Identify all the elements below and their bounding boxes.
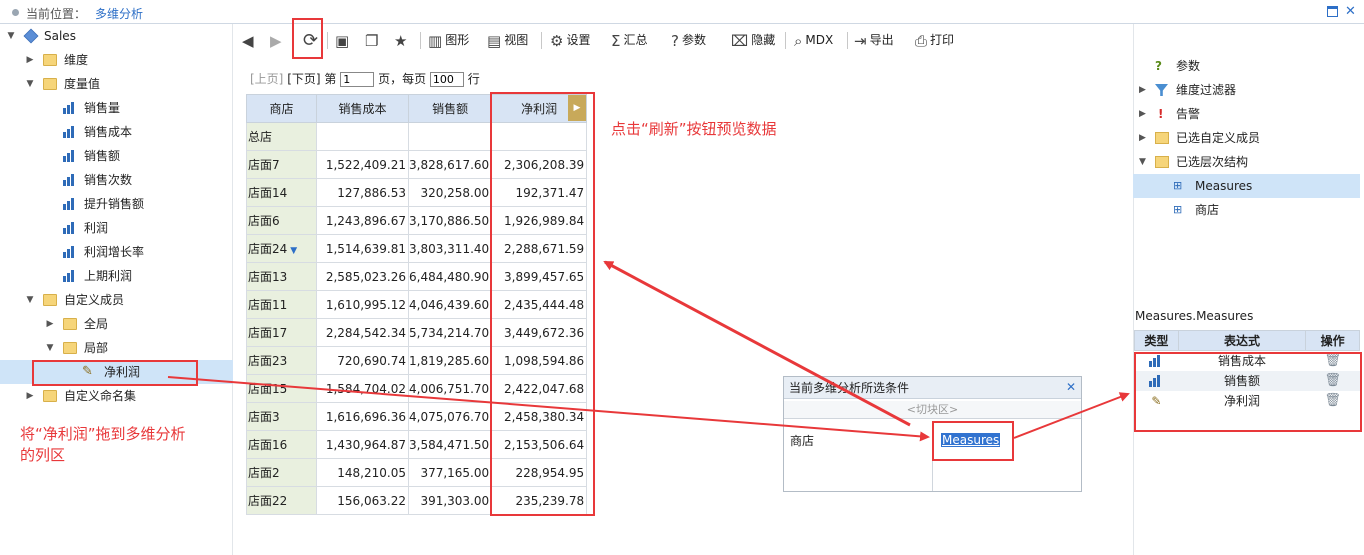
arrow-to-measure-list	[1013, 392, 1130, 439]
arrow-drag-to-column	[167, 376, 930, 442]
arrow-to-profit-column	[603, 260, 911, 427]
annotation-arrows	[167, 260, 1130, 442]
